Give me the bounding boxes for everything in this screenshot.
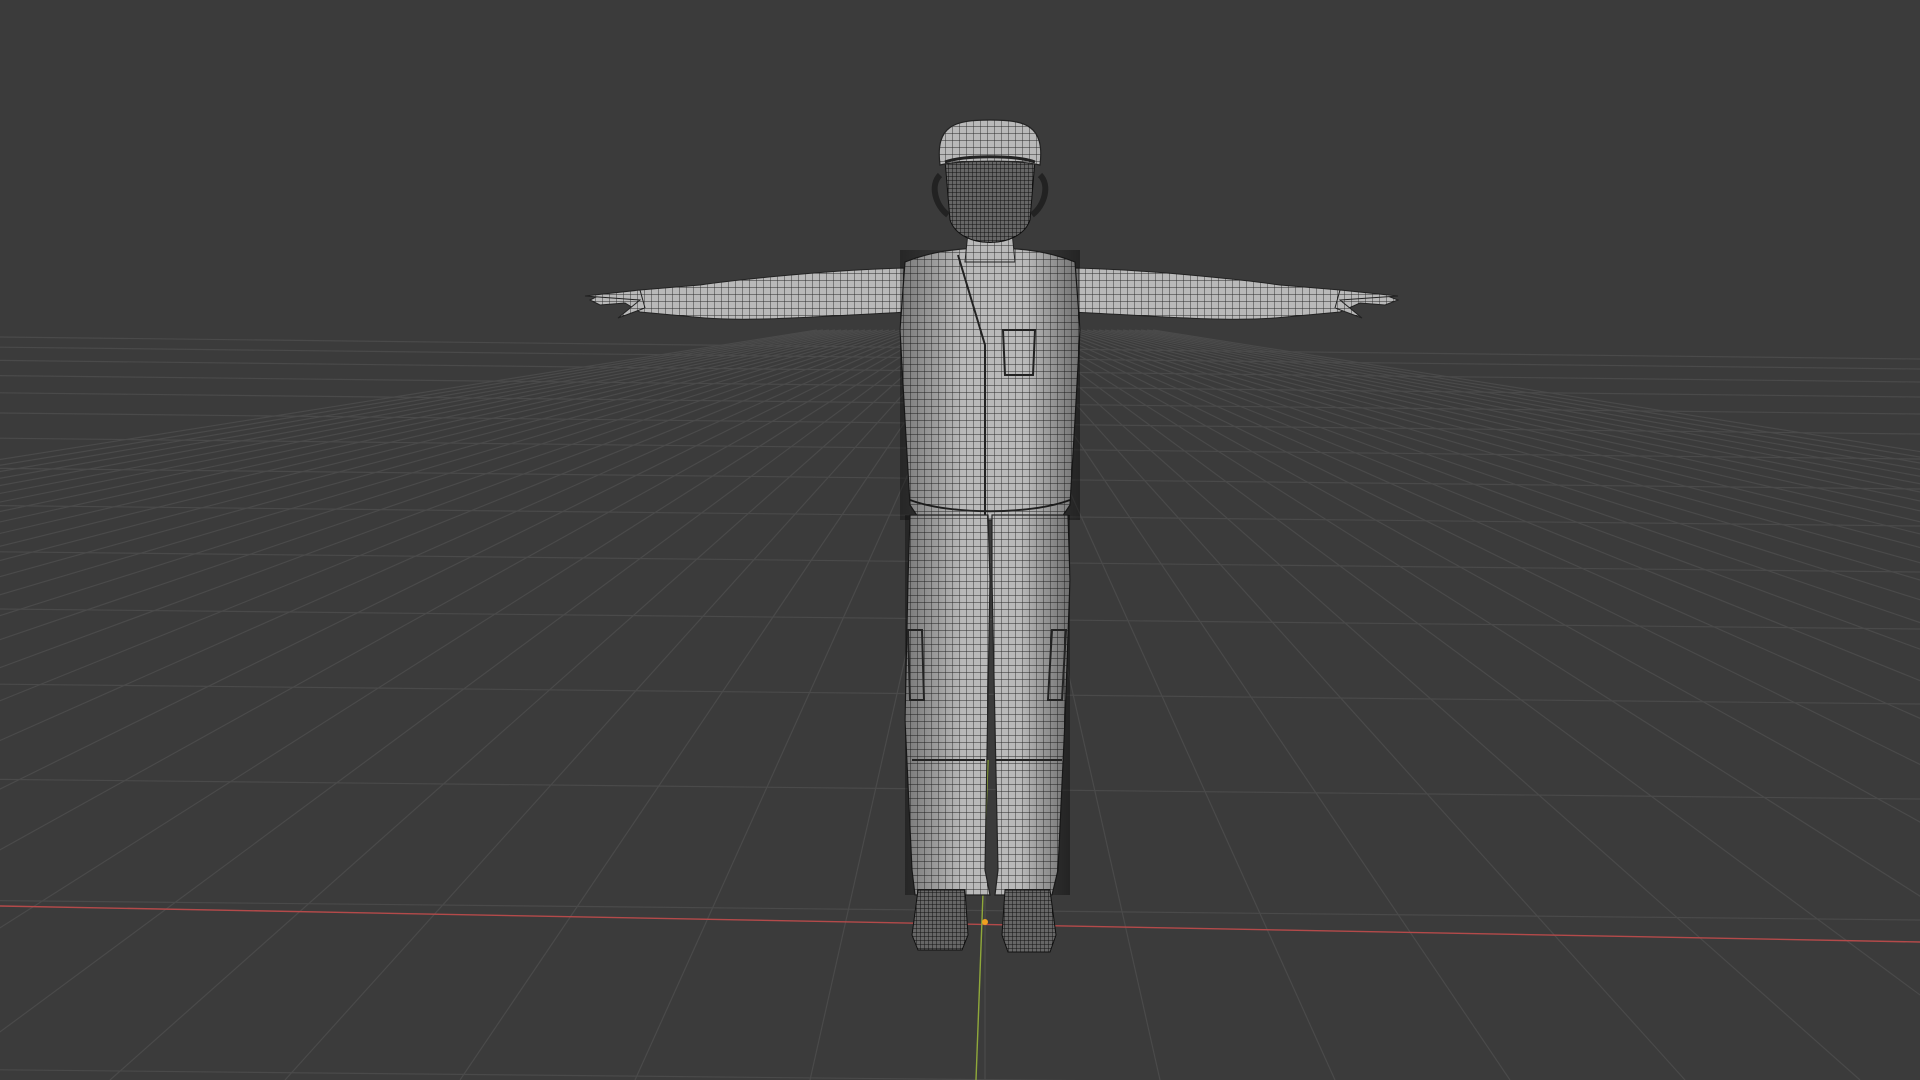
3d-viewport[interactable] <box>0 0 1920 1080</box>
grid-line <box>1146 329 1920 458</box>
grid-line <box>1074 329 1920 581</box>
grid-line <box>1092 329 1920 535</box>
legs-shading <box>905 515 1070 895</box>
viewport-canvas[interactable] <box>0 0 1920 1080</box>
right-boot <box>1001 889 1057 953</box>
grid-line <box>1014 329 1861 1080</box>
character-mesh[interactable] <box>584 119 1400 953</box>
grid-line <box>1080 329 1920 564</box>
grid-line <box>1086 329 1920 549</box>
grid-line <box>1026 329 1920 897</box>
grid-line <box>1140 329 1920 464</box>
grid-line <box>0 329 950 1033</box>
grid-line <box>1008 329 1686 1080</box>
grid-line <box>109 329 956 1080</box>
grid-line <box>1044 329 1920 719</box>
grid-line <box>1068 329 1920 601</box>
grid-line <box>1062 329 1920 624</box>
grid-line <box>0 1069 1081 1080</box>
left-boot <box>911 889 969 951</box>
origin-marker[interactable] <box>982 919 988 925</box>
grid-line <box>1038 329 1920 766</box>
grid-line <box>1020 329 1920 996</box>
ear-hair-right <box>1029 172 1049 218</box>
ear-hair-left <box>931 172 951 218</box>
grid-line <box>459 329 968 1080</box>
torso-shading <box>900 250 1080 520</box>
